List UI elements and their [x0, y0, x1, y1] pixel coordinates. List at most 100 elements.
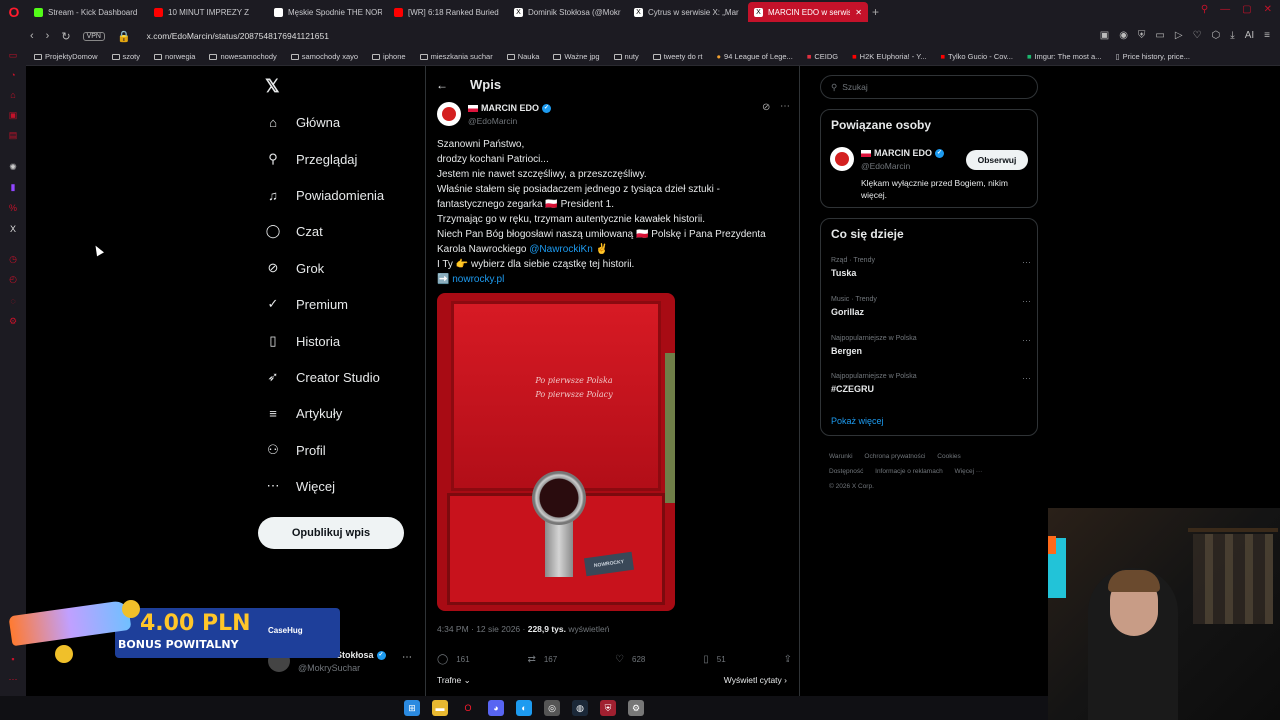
- more-icon[interactable]: ⋯: [780, 101, 790, 112]
- trend-item[interactable]: Music · Trendy Gorillaz ⋯: [831, 296, 1031, 317]
- nav-item-notifications[interactable]: ♫ Powiadomienia: [264, 181, 384, 209]
- messenger-icon[interactable]: ◐: [516, 700, 532, 716]
- follow-button[interactable]: Obserwuj: [966, 150, 1028, 170]
- bookmark-item[interactable]: samochody xayo: [290, 52, 358, 61]
- clock-icon[interactable]: ◷: [8, 254, 18, 264]
- bookmark-item[interactable]: ▯ Price history, price...: [1115, 52, 1190, 61]
- discord-icon[interactable]: ◕: [488, 700, 504, 716]
- browser-tab[interactable]: X Cytrus w serwisie X: „Mar: [628, 2, 748, 22]
- bookmark-item[interactable]: szoty: [111, 52, 140, 61]
- maximize-icon[interactable]: ▢: [1242, 4, 1251, 15]
- speed-dial-icon[interactable]: ▭: [8, 50, 18, 60]
- minimize-icon[interactable]: —: [1220, 4, 1230, 15]
- settings-icon[interactable]: ⚙: [628, 700, 644, 716]
- menu-icon[interactable]: ≡: [1264, 30, 1270, 41]
- history-icon[interactable]: ◴: [8, 274, 18, 284]
- more-icon[interactable]: ⋯: [1022, 296, 1031, 307]
- trend-item[interactable]: Najpopularniejsze w Polska #CZEGRU ⋯: [831, 373, 1031, 394]
- history-icon[interactable]: ◔: [8, 70, 18, 80]
- twitch-icon[interactable]: ▮: [8, 182, 18, 192]
- repost-button[interactable]: ⇄ 167: [527, 654, 557, 665]
- footer-link[interactable]: Ochrona prywatności: [864, 453, 925, 460]
- extensions-icon[interactable]: ⬡: [1212, 30, 1221, 41]
- bookmark-item[interactable]: ProjektyDomow: [34, 52, 98, 61]
- bookmark-item[interactable]: Ważne jpg: [553, 52, 600, 61]
- reply-button[interactable]: ◯ 161: [437, 654, 470, 665]
- back-icon[interactable]: ‹: [30, 30, 34, 42]
- footer-link[interactable]: Informacje o reklamach: [875, 468, 943, 475]
- bag-icon[interactable]: ⌂: [8, 90, 18, 100]
- screenshot-icon[interactable]: ▣: [1100, 30, 1109, 41]
- bookmark-item[interactable]: ■ H2K EUphoria! - Y...: [852, 52, 926, 61]
- bookmark-item[interactable]: nowesamochody: [209, 52, 277, 61]
- post-button[interactable]: Opublikuj wpis: [258, 517, 404, 549]
- bookmark-item[interactable]: ● 94 League of Lege...: [717, 52, 793, 61]
- bookmark-item[interactable]: ■ Tylko Gucio - Cov...: [941, 52, 1013, 61]
- reload-icon[interactable]: ↻: [61, 30, 70, 43]
- browser-tab[interactable]: [WR] 6:18 Ranked Buried: [388, 2, 508, 22]
- show-more-link[interactable]: Pokaż więcej: [831, 416, 884, 426]
- forward-icon[interactable]: ›: [46, 30, 50, 42]
- new-tab-button[interactable]: +: [872, 5, 879, 19]
- more-icon[interactable]: ⋯: [8, 674, 18, 684]
- external-link[interactable]: nowrocky.pl: [452, 274, 504, 285]
- shield-icon[interactable]: ⛨: [1138, 30, 1146, 41]
- heart-icon[interactable]: ♡: [1193, 30, 1202, 41]
- wallet-icon[interactable]: ▭: [1155, 30, 1164, 41]
- related-name[interactable]: MARCIN EDO ✓: [861, 148, 944, 159]
- like-button[interactable]: ♡ 628: [615, 654, 645, 665]
- more-icon[interactable]: ⋯: [1022, 257, 1031, 268]
- nav-item-explore[interactable]: ⚲ Przeglądaj: [264, 145, 357, 173]
- percent-icon[interactable]: %: [8, 203, 18, 213]
- related-handle[interactable]: @EdoMarcin: [861, 161, 910, 171]
- steam-icon[interactable]: ◍: [572, 700, 588, 716]
- browser-tab[interactable]: 10 MINUT IMPREZY Z: [148, 2, 268, 22]
- grok-icon[interactable]: ⊘: [762, 102, 770, 113]
- footer-link[interactable]: Dostępność: [829, 468, 863, 475]
- browser-tab[interactable]: X Dominik Stokłosa (@Mokr: [508, 2, 628, 22]
- bookmark-item[interactable]: nuty: [613, 52, 639, 61]
- bookmark-item[interactable]: mieszkania suchar: [419, 52, 493, 61]
- nav-item-history[interactable]: ▯ Historia: [264, 327, 340, 355]
- avatar[interactable]: [437, 102, 461, 126]
- view-quotes-link[interactable]: Wyświetl cytaty ›: [724, 675, 787, 685]
- player-icon[interactable]: ▤: [8, 130, 18, 140]
- nav-item-chat[interactable]: ◯ Czat: [264, 217, 323, 245]
- browser-tab[interactable]: Męskie Spodnie THE NOR: [268, 2, 388, 22]
- opera-logo-icon[interactable]: O: [0, 0, 28, 24]
- tweet-author[interactable]: MARCIN EDO ✓: [468, 103, 551, 114]
- back-arrow-icon[interactable]: ←: [436, 78, 448, 92]
- browser-tab[interactable]: Stream - Kick Dashboard: [28, 2, 148, 22]
- play-icon[interactable]: ▷: [1175, 30, 1183, 41]
- search-input[interactable]: ⚲ Szukaj: [820, 75, 1038, 99]
- camera-icon[interactable]: ◉: [1119, 30, 1128, 41]
- chat-icon[interactable]: ◌: [8, 296, 18, 306]
- avatar[interactable]: [830, 147, 854, 171]
- mention-link[interactable]: @NawrockiKn: [529, 244, 593, 255]
- nav-item-articles[interactable]: ≡ Artykuły: [264, 399, 342, 427]
- obs-icon[interactable]: ◎: [544, 700, 560, 716]
- vpn-badge[interactable]: VPN: [82, 31, 105, 41]
- nav-item-grok[interactable]: ⊘ Grok: [264, 254, 325, 282]
- browser-tab-active[interactable]: X MARCIN EDO w serwisie ✕: [748, 2, 868, 22]
- riot-icon[interactable]: ⛨: [600, 700, 616, 716]
- x-icon[interactable]: X: [8, 224, 18, 234]
- bookmark-item[interactable]: ■ Imgur: The most a...: [1027, 52, 1102, 61]
- nav-item-more[interactable]: ⋯ Więcej: [264, 472, 336, 500]
- x-logo-icon[interactable]: 𝕏: [265, 76, 280, 97]
- url-field[interactable]: x.com/EdoMarcin/status/20875481769411216…: [147, 31, 329, 41]
- bookmark-button[interactable]: ▯ 51: [703, 654, 725, 665]
- nav-item-creator-studio[interactable]: ➶ Creator Studio: [264, 363, 380, 391]
- search-icon[interactable]: ⚲: [1201, 4, 1208, 15]
- more-icon[interactable]: ⋯: [1022, 373, 1031, 384]
- windows-start-icon[interactable]: ⊞: [404, 700, 420, 716]
- wallet-icon[interactable]: ▣: [8, 110, 18, 120]
- nav-item-home[interactable]: ⌂ Główna: [264, 108, 340, 136]
- bookmark-item[interactable]: iphone: [372, 52, 406, 61]
- tweet-image[interactable]: Po pierwsze Polska Po pierwsze Polacy NO…: [437, 293, 675, 611]
- download-icon[interactable]: ⤓: [1230, 30, 1234, 41]
- file-explorer-icon[interactable]: ▬: [432, 700, 448, 716]
- nav-item-profile[interactable]: ⚇ Profil: [264, 436, 325, 464]
- sort-dropdown[interactable]: Trafne ⌄: [437, 675, 471, 686]
- trend-item[interactable]: Rząd · Trendy Tuska ⋯: [831, 257, 1031, 278]
